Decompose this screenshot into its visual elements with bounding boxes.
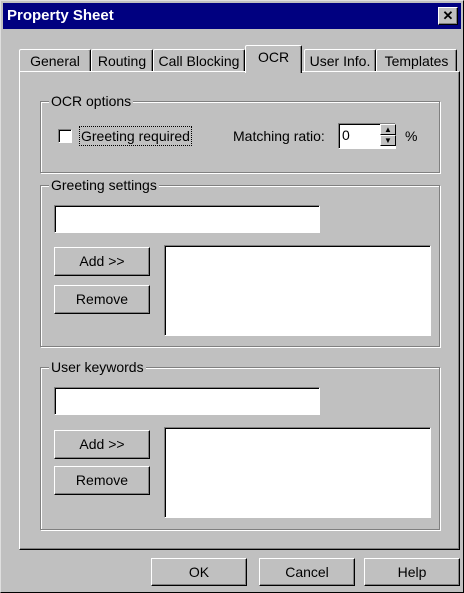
ocr-tab-panel: OCR options Greeting required Matching r… xyxy=(19,71,460,550)
property-sheet-window: Property Sheet ✕ General Routing Call Bl… xyxy=(0,0,464,593)
tab-routing[interactable]: Routing xyxy=(91,49,153,72)
greeting-required-checkbox[interactable] xyxy=(58,129,72,143)
tab-call-blocking[interactable]: Call Blocking xyxy=(153,49,245,72)
tab-templates[interactable]: Templates xyxy=(376,49,457,72)
keyword-remove-button[interactable]: Remove xyxy=(54,466,150,495)
percent-symbol: % xyxy=(405,128,418,144)
greeting-required-label[interactable]: Greeting required xyxy=(79,126,192,146)
ok-button[interactable]: OK xyxy=(151,558,247,586)
greeting-input[interactable] xyxy=(54,205,320,233)
greeting-settings-group-label: Greeting settings xyxy=(49,177,159,193)
matching-ratio-label: Matching ratio: xyxy=(233,128,325,144)
matching-ratio-spinner[interactable]: ▲ ▼ xyxy=(380,124,396,148)
user-keywords-group-label: User keywords xyxy=(49,359,146,375)
tab-general[interactable]: General xyxy=(19,49,91,72)
window-title: Property Sheet xyxy=(7,7,114,24)
greeting-remove-button[interactable]: Remove xyxy=(54,285,150,314)
ocr-options-group-label: OCR options xyxy=(49,93,134,109)
greeting-list[interactable] xyxy=(164,245,431,336)
greeting-add-button[interactable]: Add >> xyxy=(54,247,150,276)
tab-user-info[interactable]: User Info. xyxy=(304,49,376,72)
user-keywords-group: User keywords Add >> Remove xyxy=(40,359,440,530)
help-button[interactable]: Help xyxy=(364,558,460,586)
close-icon[interactable]: ✕ xyxy=(438,7,458,25)
spin-up-icon[interactable]: ▲ xyxy=(380,124,396,135)
keyword-list[interactable] xyxy=(164,427,431,518)
keyword-input[interactable] xyxy=(54,387,320,415)
spin-down-icon[interactable]: ▼ xyxy=(380,135,396,146)
greeting-settings-group: Greeting settings Add >> Remove xyxy=(40,177,440,347)
title-bar[interactable]: Property Sheet ✕ xyxy=(3,3,461,29)
tab-ocr[interactable]: OCR xyxy=(245,45,302,73)
keyword-add-button[interactable]: Add >> xyxy=(54,430,150,459)
cancel-button[interactable]: Cancel xyxy=(259,558,355,586)
ocr-options-group: OCR options Greeting required Matching r… xyxy=(40,93,440,173)
